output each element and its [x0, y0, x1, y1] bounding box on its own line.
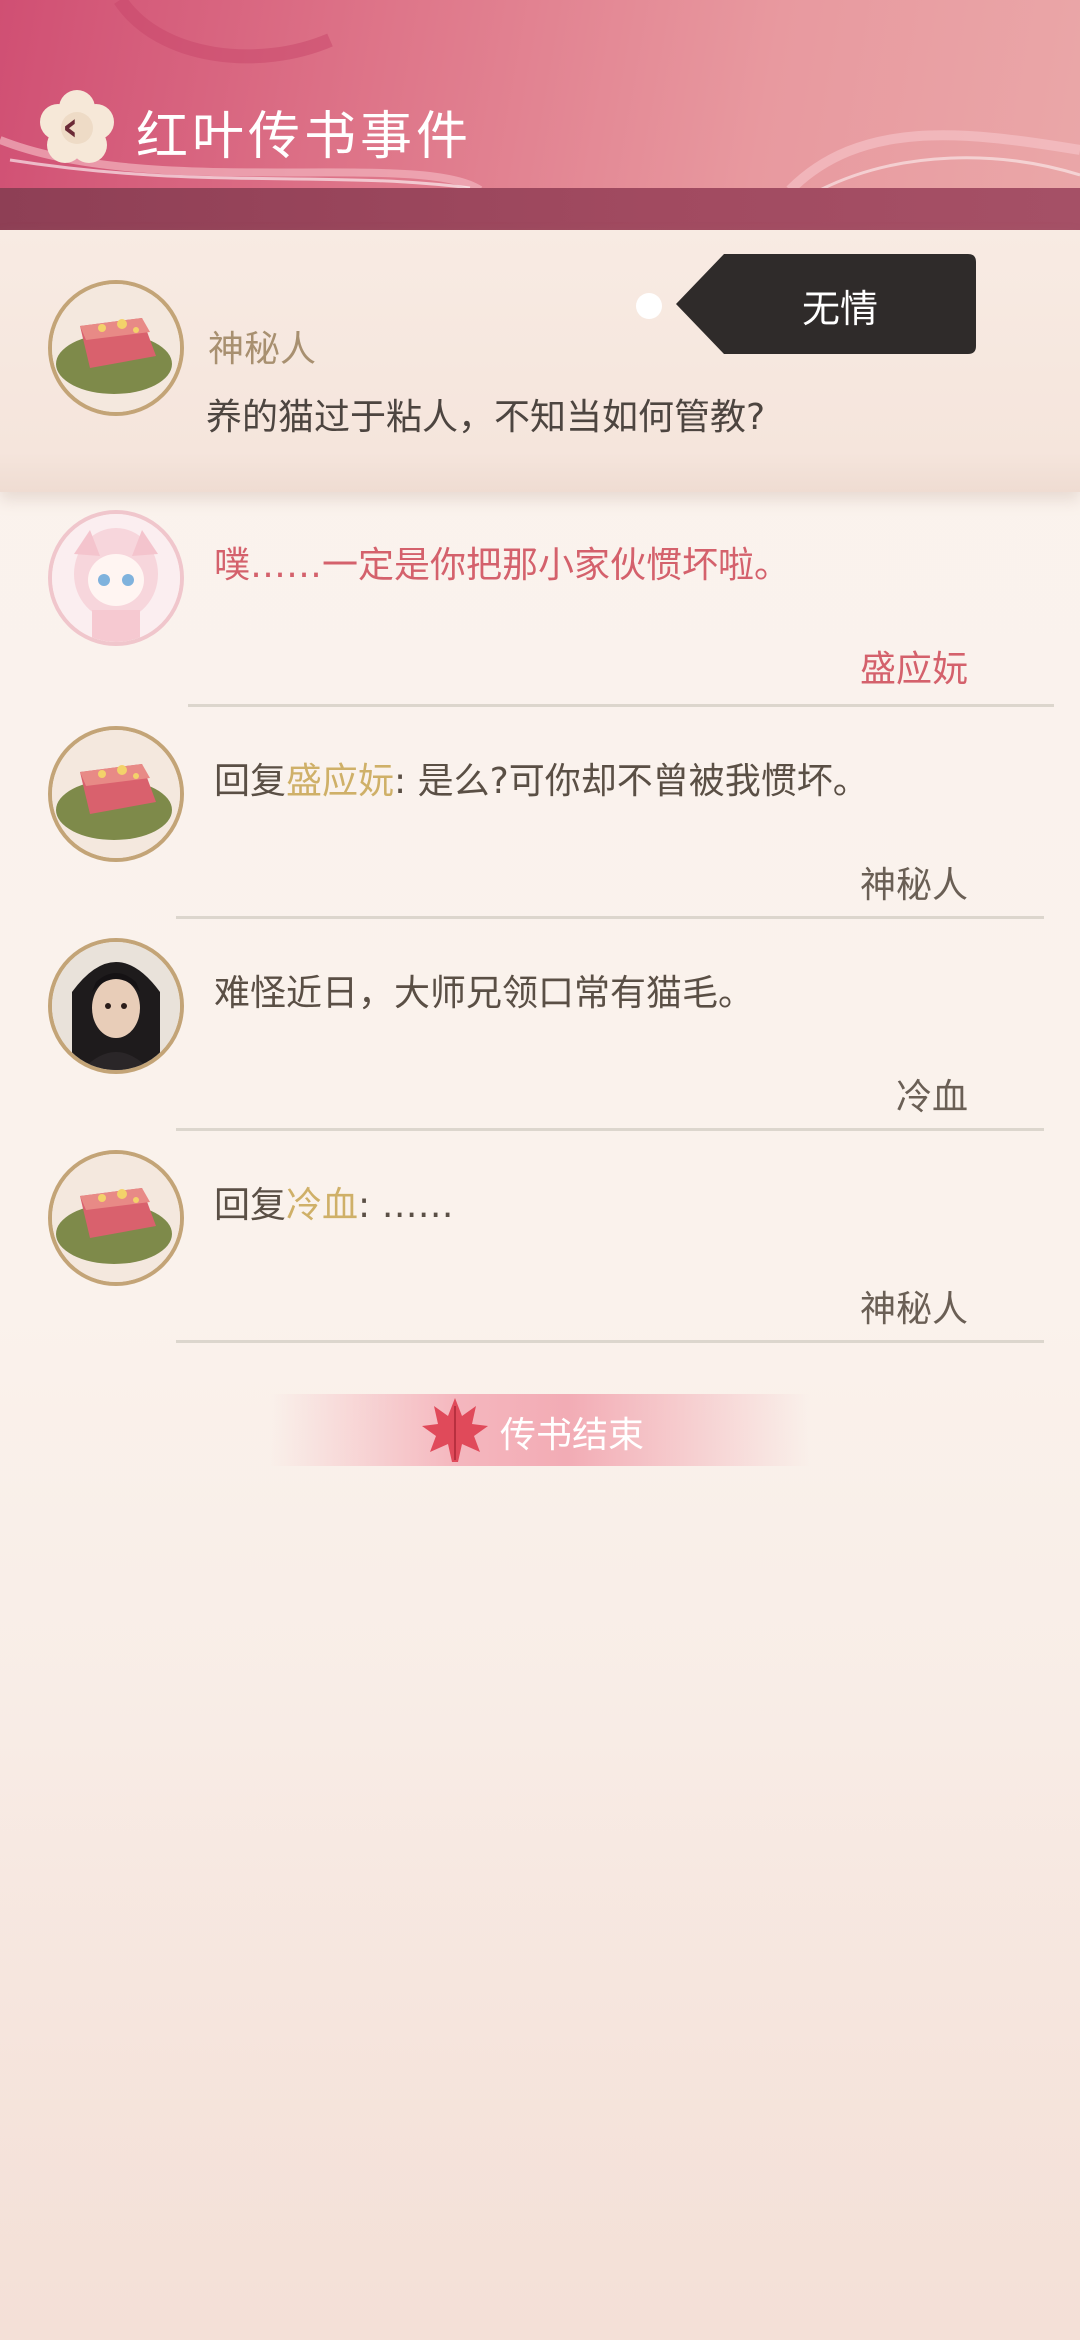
- divider: [188, 704, 1054, 707]
- post: 神秘人 养的猫过于粘人，不知当如何管教? 无情: [0, 230, 1080, 492]
- cake-avatar-icon: [52, 730, 180, 858]
- divider: [176, 1340, 1044, 1343]
- back-button[interactable]: ‹: [38, 88, 116, 166]
- reply-separator: :: [394, 761, 407, 802]
- background-glow: [0, 1700, 1080, 2340]
- list-item: 噗……一定是你把那小家伙惯坏啦。 盛应妧: [0, 500, 1080, 710]
- list-item: 回复冷血: …… 神秘人: [0, 1140, 1080, 1350]
- swordsman-avatar-icon: [52, 942, 180, 1070]
- tag-dot: [636, 293, 662, 319]
- tag-label: 无情: [802, 287, 879, 331]
- avatar[interactable]: [48, 726, 184, 862]
- reply-author[interactable]: 神秘人: [860, 1280, 968, 1332]
- reply-text: 噗……一定是你把那小家伙惯坏啦。: [214, 545, 791, 586]
- end-label: 传书结束: [500, 1415, 645, 1456]
- reply-body: 是么?可你却不曾被我惯坏。: [406, 761, 869, 802]
- divider: [176, 916, 1044, 919]
- avatar[interactable]: [48, 510, 184, 646]
- reply-author[interactable]: 冷血: [896, 1068, 968, 1120]
- reply-text: 回复冷血: ……: [214, 1176, 454, 1228]
- avatar[interactable]: [48, 1150, 184, 1286]
- reply-author[interactable]: 神秘人: [860, 856, 968, 908]
- avatar[interactable]: [48, 280, 184, 416]
- header-band: [0, 188, 1080, 230]
- reply-body: ……: [370, 1185, 454, 1226]
- cake-avatar-icon: [52, 1154, 180, 1282]
- post-author[interactable]: 神秘人: [208, 320, 316, 372]
- end-banner: 传书结束: [270, 1394, 810, 1466]
- chevron-left-icon: ‹: [62, 104, 79, 150]
- mood-tag: 无情: [676, 254, 976, 354]
- reply-separator: :: [358, 1185, 371, 1226]
- reply-author[interactable]: 盛应妧: [860, 640, 968, 692]
- reply-prefix: 回复: [214, 1185, 287, 1226]
- divider: [176, 1128, 1044, 1131]
- post-text: 养的猫过于粘人，不知当如何管教?: [206, 397, 766, 438]
- header: ‹ 红叶传书事件: [0, 0, 1080, 230]
- reply-text: 难怪近日，大师兄领口常有猫毛。: [214, 973, 755, 1014]
- avatar[interactable]: [48, 938, 184, 1074]
- cake-avatar-icon: [52, 284, 180, 412]
- list-item: 回复盛应妧: 是么?可你却不曾被我惯坏。 神秘人: [0, 716, 1080, 926]
- reply-target-name[interactable]: 盛应妧: [286, 761, 394, 802]
- list-item: 难怪近日，大师兄领口常有猫毛。 冷血: [0, 928, 1080, 1138]
- girl-avatar-icon: [52, 514, 180, 642]
- reply-target-name[interactable]: 冷血: [286, 1185, 358, 1226]
- maple-leaf-icon: [422, 1398, 488, 1462]
- reply-prefix: 回复: [214, 761, 287, 802]
- reply-text: 回复盛应妧: 是么?可你却不曾被我惯坏。: [214, 752, 869, 804]
- page-title: 红叶传书事件: [136, 107, 473, 167]
